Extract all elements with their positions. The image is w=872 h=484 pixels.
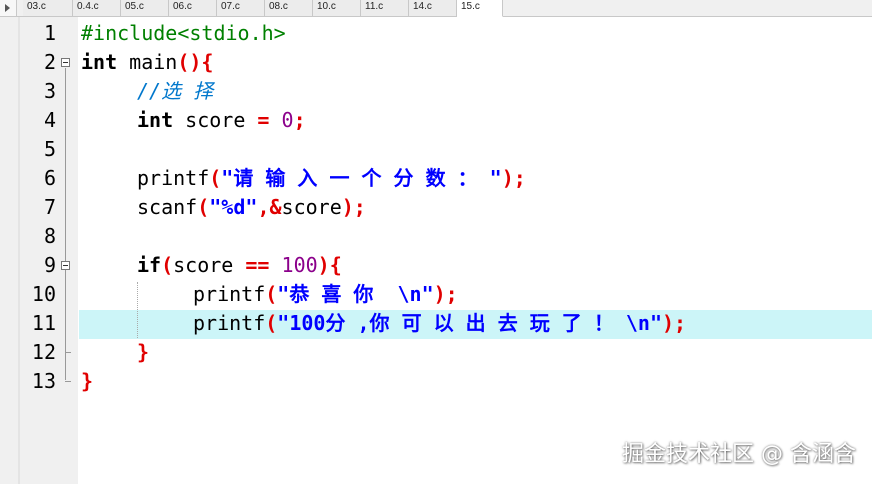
function-name: main — [117, 50, 178, 74]
bracket: ( — [209, 166, 222, 190]
tab-03c[interactable]: 03.c — [23, 0, 73, 16]
code-line-6[interactable]: printf("请 输 入 一 个 分 数 ： "); — [137, 164, 526, 193]
string-literal: "100分 ,你 可 以 出 去 玩 了 ！ \n" — [277, 311, 662, 335]
bracket: ( — [197, 195, 210, 219]
keyword: if — [137, 253, 162, 277]
watermark: 掘金技术社区 @ 含涵含 — [622, 442, 856, 467]
tab-08c[interactable]: 08.c — [265, 0, 313, 16]
bracket: ){ — [317, 253, 342, 277]
bracket: (){ — [177, 50, 214, 74]
tab-14c[interactable]: 14.c — [409, 0, 457, 16]
bracket: ); — [662, 311, 687, 335]
line-number: 1 — [43, 21, 56, 45]
keyword: int — [81, 50, 118, 74]
code-line-13[interactable]: } — [81, 367, 93, 396]
line-number: 7 — [43, 195, 56, 219]
function-name: printf — [193, 282, 266, 306]
comment: //选 择 — [137, 79, 214, 103]
identifier: score — [173, 108, 258, 132]
line-number: 3 — [43, 79, 56, 103]
code-line-9[interactable]: if(score == 100){ — [137, 251, 342, 280]
tab-06c[interactable]: 06.c — [169, 0, 217, 16]
line-number: 8 — [43, 224, 56, 248]
code-line-4[interactable]: int score = 0; — [137, 106, 306, 135]
string-literal: "恭 喜 你 \n" — [277, 282, 434, 306]
fold-line — [65, 68, 66, 380]
number-literal: 100 — [269, 253, 318, 277]
string-literal: "%d" — [209, 195, 258, 219]
code-line-2[interactable]: int main(){ — [81, 48, 213, 77]
line-number: 13 — [31, 369, 56, 393]
tab-11c[interactable]: 11.c — [361, 0, 409, 16]
bracket: } — [137, 340, 150, 364]
number-literal: 0 — [269, 108, 294, 132]
indent-guide — [137, 282, 138, 338]
keyword: int — [137, 108, 174, 132]
code-line-10[interactable]: printf("恭 喜 你 \n"); — [193, 280, 458, 309]
bracket: } — [81, 369, 94, 393]
tab-04c[interactable]: 0.4.c — [73, 0, 121, 16]
semicolon: ; — [293, 108, 306, 132]
bracket: ); — [341, 195, 366, 219]
fold-end-marker — [65, 352, 71, 353]
code-line-11[interactable]: printf("100分 ,你 可 以 出 去 玩 了 ！ \n"); — [193, 309, 686, 338]
code-line-12[interactable]: } — [137, 338, 149, 367]
preprocessor-directive: #include<stdio.h> — [81, 21, 286, 45]
operator: ,& — [257, 195, 282, 219]
tab-bar: 03.c 0.4.c 05.c 06.c 07.c 08.c 10.c 11.c… — [0, 0, 872, 17]
function-name: printf — [137, 166, 210, 190]
operator: == — [245, 253, 270, 277]
function-name: scanf — [137, 195, 198, 219]
operator: = — [257, 108, 270, 132]
code-line-7[interactable]: scanf("%d",&score); — [137, 193, 366, 222]
tab-07c[interactable]: 07.c — [217, 0, 265, 16]
identifier: score — [173, 253, 246, 277]
fold-collapse-icon[interactable] — [61, 58, 70, 67]
line-number: 4 — [43, 108, 56, 132]
line-number: 5 — [43, 137, 56, 161]
tab-scroll-arrow-icon[interactable] — [0, 0, 17, 16]
code-line-1[interactable]: #include<stdio.h> — [81, 19, 286, 48]
fold-collapse-icon[interactable] — [61, 261, 70, 270]
bracket: ); — [501, 166, 526, 190]
fold-end-marker — [65, 381, 71, 382]
line-number: 12 — [31, 340, 56, 364]
tab-05c[interactable]: 05.c — [121, 0, 169, 16]
line-number: 2 — [43, 50, 56, 74]
line-number: 6 — [43, 166, 56, 190]
bracket: ( — [265, 311, 278, 335]
tab-15c-active[interactable]: 15.c — [457, 0, 503, 17]
bracket: ( — [161, 253, 174, 277]
bracket: ); — [433, 282, 458, 306]
function-name: printf — [193, 311, 266, 335]
tab-10c[interactable]: 10.c — [313, 0, 361, 16]
string-literal: "请 输 入 一 个 分 数 ： " — [221, 166, 502, 190]
line-number: 10 — [31, 282, 56, 306]
identifier: score — [281, 195, 342, 219]
line-number: 9 — [43, 253, 56, 277]
bracket: ( — [265, 282, 278, 306]
code-line-3[interactable]: //选 择 — [137, 77, 213, 106]
line-number: 11 — [31, 311, 56, 335]
